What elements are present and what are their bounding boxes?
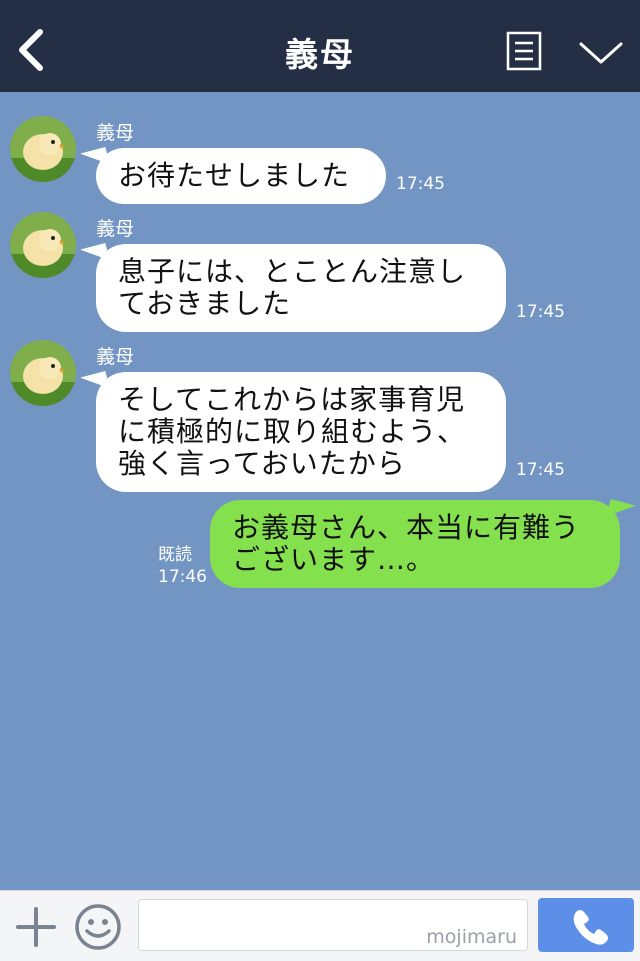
chevron-down-icon[interactable] [578,40,624,66]
message-text-line: に積極的に取り組むよう、 [118,415,467,448]
message-text: お待たせしました [118,159,351,192]
phone-icon [573,910,608,945]
sender-name: 義母 [96,346,135,368]
message-input[interactable]: mojimaru [138,899,528,951]
message-time: 17:45 [516,460,565,480]
message-time: 17:45 [396,174,445,194]
input-bar: mojimaru [0,890,640,961]
message-text-line: ございます…。 [232,543,436,576]
chick-avatar-icon [10,340,76,406]
message-bubble[interactable]: 息子には、とことん注意し ておきました [96,244,506,332]
call-button[interactable] [538,898,634,952]
my-message-bubble[interactable]: お義母さん、本当に有難う ございます…。 [210,500,620,588]
avatar[interactable] [10,340,76,406]
sender-name: 義母 [96,218,135,240]
message-bubble[interactable]: お待たせしました [96,148,386,204]
chick-avatar-icon [10,116,76,182]
read-receipt: 既読 17:46 [158,544,207,588]
chat-header: 義母 [0,0,640,92]
avatar[interactable] [10,116,76,182]
message-text-line: お義母さん、本当に有難う [232,511,581,544]
menu-icon[interactable] [506,31,542,71]
message-text-line: そしてこれからは家事育児 [118,383,466,416]
chick-avatar-icon [10,212,76,278]
status-indicator [532,0,552,4]
message-time: 17:46 [158,567,207,587]
avatar[interactable] [10,212,76,278]
message-text-line: 強く言っておいたから [118,447,406,480]
message-bubble[interactable]: そしてこれからは家事育児 に積極的に取り組むよう、 強く言っておいたから [96,372,506,492]
watermark-text: mojimaru [426,926,517,948]
read-label: 既読 [158,545,192,565]
message-text-line: 息子には、とことん注意し [118,255,467,288]
message-time: 17:45 [516,302,565,322]
smiley-icon[interactable] [74,903,122,951]
message-text-line: ておきました [118,287,292,320]
chat-title: 義母 [285,35,355,74]
sender-name: 義母 [96,122,135,144]
plus-icon[interactable] [14,905,58,949]
